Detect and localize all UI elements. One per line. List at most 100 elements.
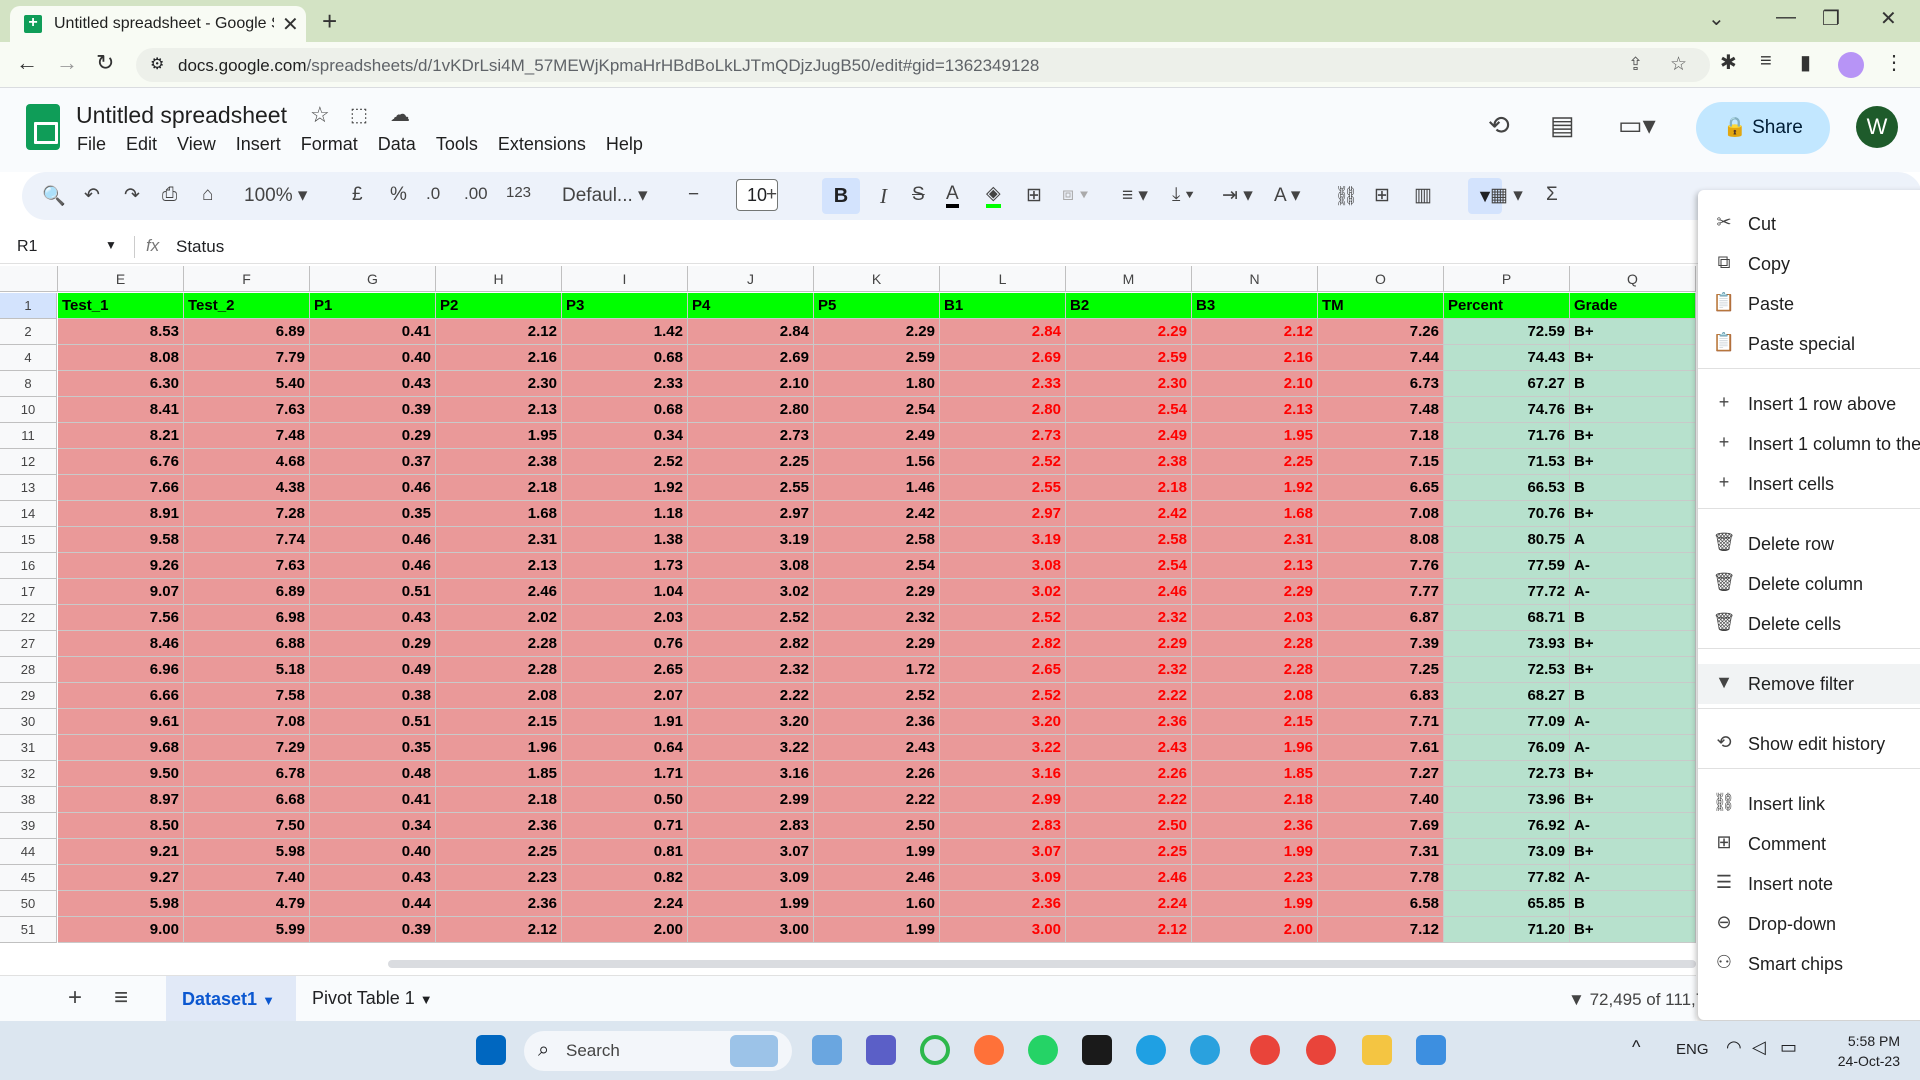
header-cell[interactable]: B3: [1192, 293, 1318, 319]
table-cell[interactable]: 6.73: [1318, 371, 1444, 397]
row-header[interactable]: 13: [0, 475, 57, 501]
table-cell[interactable]: 2.28: [1192, 631, 1318, 657]
move-folder-icon[interactable]: ⬚: [350, 104, 368, 127]
table-cell[interactable]: 2.36: [1066, 709, 1192, 735]
header-cell[interactable]: B2: [1066, 293, 1192, 319]
table-cell[interactable]: 2.36: [940, 891, 1066, 917]
table-cell[interactable]: 2.42: [1066, 501, 1192, 527]
table-cell[interactable]: 3.19: [940, 527, 1066, 553]
table-cell[interactable]: 2.43: [814, 735, 940, 761]
cloud-status-icon[interactable]: ☁: [390, 102, 410, 127]
table-cell[interactable]: 6.98: [184, 605, 310, 631]
table-cell[interactable]: 2.49: [814, 423, 940, 449]
table-cell[interactable]: 0.49: [310, 657, 436, 683]
table-cell[interactable]: 3.07: [688, 839, 814, 865]
table-cell[interactable]: 7.12: [1318, 917, 1444, 943]
table-cell[interactable]: 1.60: [814, 891, 940, 917]
table-cell[interactable]: 2.12: [436, 319, 562, 345]
row-header[interactable]: 44: [0, 839, 57, 865]
table-cell[interactable]: 68.71: [1444, 605, 1570, 631]
undo-icon[interactable]: ↶: [84, 184, 100, 207]
table-cell[interactable]: 6.65: [1318, 475, 1444, 501]
percent-format-button[interactable]: %: [390, 184, 407, 206]
table-cell[interactable]: 2.52: [562, 449, 688, 475]
column-header[interactable]: G: [310, 266, 436, 292]
table-cell[interactable]: 2.83: [940, 813, 1066, 839]
address-bar[interactable]: ⚙ docs.google.com/spreadsheets/d/1vKDrLs…: [136, 48, 1710, 82]
header-cell[interactable]: Test_2: [184, 293, 310, 319]
table-cell[interactable]: 2.36: [436, 891, 562, 917]
table-cell[interactable]: 3.08: [688, 553, 814, 579]
table-cell[interactable]: 0.43: [310, 865, 436, 891]
table-cell[interactable]: 7.26: [1318, 319, 1444, 345]
table-cell[interactable]: 2.33: [940, 371, 1066, 397]
table-cell[interactable]: 72.73: [1444, 761, 1570, 787]
table-cell[interactable]: 73.93: [1444, 631, 1570, 657]
table-cell[interactable]: 2.22: [1066, 683, 1192, 709]
column-header[interactable]: E: [58, 266, 184, 292]
table-cell[interactable]: 0.46: [310, 527, 436, 553]
table-cell[interactable]: 2.38: [436, 449, 562, 475]
table-cell[interactable]: 3.20: [940, 709, 1066, 735]
teams-icon[interactable]: [866, 1035, 896, 1065]
insert-chart-icon[interactable]: ▥: [1414, 184, 1432, 207]
table-cell[interactable]: 3.09: [688, 865, 814, 891]
table-cell[interactable]: 2.10: [1192, 371, 1318, 397]
table-cell[interactable]: 2.43: [1066, 735, 1192, 761]
table-cell[interactable]: 2.50: [814, 813, 940, 839]
new-tab-icon[interactable]: +: [322, 6, 337, 37]
context-menu-item[interactable]: ☰ Insert note: [1698, 864, 1920, 904]
row-header[interactable]: 17: [0, 579, 57, 605]
table-cell[interactable]: 5.98: [58, 891, 184, 917]
row-header[interactable]: 30: [0, 709, 57, 735]
table-cell[interactable]: 6.68: [184, 787, 310, 813]
column-header[interactable]: M: [1066, 266, 1192, 292]
table-cell[interactable]: 2.08: [1192, 683, 1318, 709]
table-cell[interactable]: 0.68: [562, 397, 688, 423]
menu-tools[interactable]: Tools: [436, 134, 478, 155]
meet-icon[interactable]: ▭▾: [1618, 110, 1656, 141]
table-cell[interactable]: 7.78: [1318, 865, 1444, 891]
header-cell[interactable]: P3: [562, 293, 688, 319]
table-cell[interactable]: 6.58: [1318, 891, 1444, 917]
table-cell[interactable]: 77.59: [1444, 553, 1570, 579]
table-cell[interactable]: 2.18: [436, 475, 562, 501]
table-cell[interactable]: 3.00: [688, 917, 814, 943]
chrome-icon[interactable]: [1250, 1035, 1280, 1065]
table-cell[interactable]: 7.69: [1318, 813, 1444, 839]
spreadsheet-grid[interactable]: EFGHIJKLMNOPQ 1 Test_1 Test_2 P1 P2 P3 P4 P5 B1 B…: [0, 266, 1696, 959]
document-title[interactable]: Untitled spreadsheet: [76, 102, 287, 129]
webex-icon[interactable]: [1082, 1035, 1112, 1065]
table-cell[interactable]: 0.68: [562, 345, 688, 371]
context-menu-item[interactable]: 🗑 Delete column: [1698, 564, 1920, 604]
table-cell[interactable]: 2.18: [1192, 787, 1318, 813]
table-cell[interactable]: 2.25: [1192, 449, 1318, 475]
table-cell[interactable]: 8.46: [58, 631, 184, 657]
table-cell[interactable]: 2.80: [688, 397, 814, 423]
table-cell[interactable]: 2.13: [1192, 397, 1318, 423]
table-cell[interactable]: 2.03: [1192, 605, 1318, 631]
account-avatar[interactable]: W: [1856, 106, 1898, 148]
table-cell[interactable]: 3.00: [940, 917, 1066, 943]
table-cell[interactable]: 1.95: [1192, 423, 1318, 449]
table-cell[interactable]: 3.20: [688, 709, 814, 735]
table-cell[interactable]: 2.84: [940, 319, 1066, 345]
header-cell[interactable]: Grade: [1570, 293, 1696, 319]
table-cell[interactable]: 76.92: [1444, 813, 1570, 839]
menu-help[interactable]: Help: [606, 134, 643, 155]
table-cell[interactable]: 2.99: [940, 787, 1066, 813]
table-cell[interactable]: 2.55: [940, 475, 1066, 501]
increase-decimal-button[interactable]: .00: [464, 184, 488, 204]
row-header[interactable]: 10: [0, 397, 57, 423]
context-menu-item[interactable]: ⚇ Smart chips: [1698, 944, 1920, 984]
table-cell[interactable]: 8.91: [58, 501, 184, 527]
row-header[interactable]: 39: [0, 813, 57, 839]
column-header[interactable]: J: [688, 266, 814, 292]
table-cell[interactable]: B+: [1570, 917, 1696, 943]
table-cell[interactable]: 2.52: [940, 449, 1066, 475]
table-cell[interactable]: 2.18: [436, 787, 562, 813]
table-cell[interactable]: 0.51: [310, 579, 436, 605]
table-cell[interactable]: A: [1570, 527, 1696, 553]
table-cell[interactable]: 2.13: [436, 397, 562, 423]
table-cell[interactable]: 1.04: [562, 579, 688, 605]
